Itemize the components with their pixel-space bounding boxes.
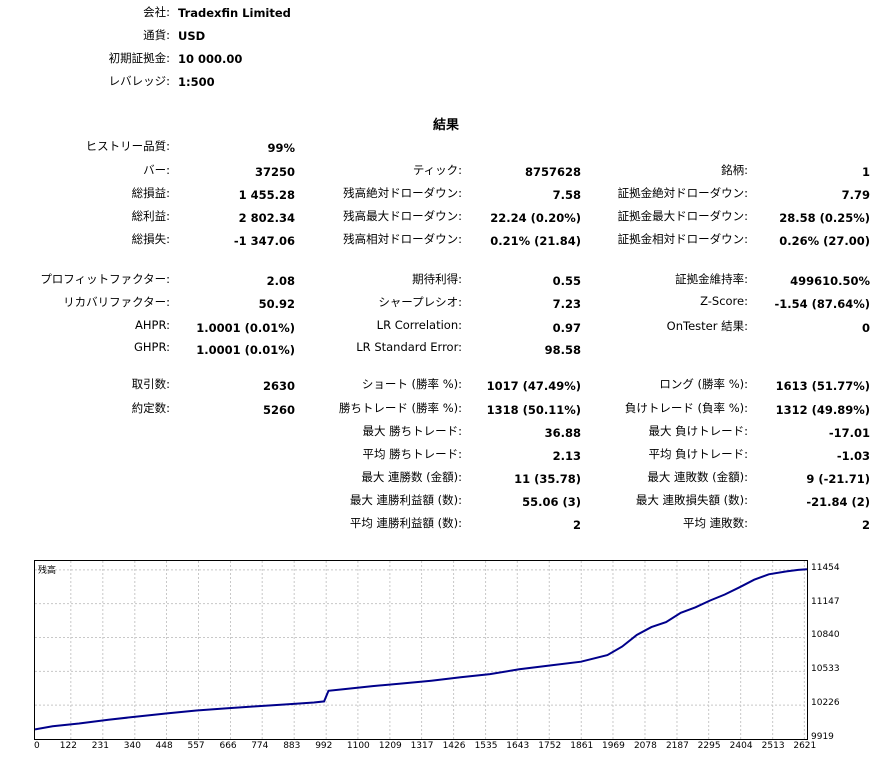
col3-value: -17.01 <box>828 426 870 440</box>
x-tick-label: 557 <box>187 741 205 751</box>
x-tick-label: 1426 <box>442 741 466 751</box>
x-tick-label: 1100 <box>346 741 370 751</box>
col3-value: -1.54 (87.64%) <box>774 297 870 311</box>
header-value: 10 000.00 <box>178 52 243 66</box>
x-tick-label: 1317 <box>410 741 434 751</box>
x-tick-label: 666 <box>219 741 237 751</box>
balance-chart-plot <box>35 561 807 739</box>
col3-label: OnTester 結果: <box>666 319 748 333</box>
x-tick-label: 1861 <box>570 741 594 751</box>
col3-label: 最大 連敗損失額 (数): <box>635 493 748 507</box>
x-tick-label: 0 <box>34 741 40 751</box>
col3-value: 28.58 (0.25%) <box>779 211 870 225</box>
col3-value: 7.79 <box>841 188 870 202</box>
x-tick-label: 1643 <box>506 741 530 751</box>
header-value: USD <box>178 29 206 43</box>
header-label: レバレッジ: <box>108 74 170 88</box>
col3-label: 平均 負けトレード: <box>648 447 748 461</box>
y-tick-label: 11147 <box>811 596 840 607</box>
col3-value: 1312 (49.89%) <box>775 403 870 417</box>
x-tick-label: 2513 <box>761 741 785 751</box>
col3-value: 9 (-21.71) <box>806 472 870 486</box>
y-tick-label: 10533 <box>811 664 840 675</box>
col3-label: 最大 負けトレード: <box>648 424 748 438</box>
x-tick-label: 231 <box>91 741 109 751</box>
x-tick-label: 2621 <box>793 741 817 751</box>
col3-label: 負けトレード (負率 %): <box>624 401 748 415</box>
col3-value: 1 <box>861 165 870 179</box>
x-tick-label: 2295 <box>697 741 721 751</box>
col3-value: 2 <box>861 518 870 532</box>
header-value: 1:500 <box>178 75 215 89</box>
x-tick-label: 774 <box>251 741 269 751</box>
col3-label: 銘柄: <box>721 163 748 177</box>
y-tick-label: 10840 <box>811 630 840 641</box>
col3-value: -1.03 <box>836 449 870 463</box>
x-tick-label: 883 <box>283 741 301 751</box>
col2-value: 98.58 <box>544 343 581 357</box>
x-tick-label: 2078 <box>633 741 657 751</box>
x-tick-label: 2187 <box>665 741 689 751</box>
col3-label: 証拠金絶対ドローダウン: <box>617 186 748 200</box>
col3-label: 最大 連敗数 (金額): <box>647 470 748 484</box>
y-tick-label: 11454 <box>811 562 840 573</box>
x-tick-label: 340 <box>123 741 141 751</box>
x-tick-label: 448 <box>155 741 173 751</box>
col3-value: 0.26% (27.00) <box>779 234 870 248</box>
chart-title: 残高 <box>38 566 57 576</box>
col3-value: -21.84 (2) <box>806 495 870 509</box>
y-tick-label: 10226 <box>811 698 840 709</box>
col3-value: 0 <box>861 321 870 335</box>
x-tick-label: 2404 <box>729 741 753 751</box>
col3-value: 1613 (51.77%) <box>775 379 870 393</box>
x-tick-label: 1535 <box>474 741 498 751</box>
header-value: Tradexfin Limited <box>178 6 291 20</box>
col3-label: ロング (勝率 %): <box>659 377 748 391</box>
col1-value: 99% <box>267 141 295 155</box>
results-title: 結果 <box>432 118 459 133</box>
header-label: 会社: <box>143 5 170 19</box>
header-label: 通貨: <box>143 28 170 42</box>
col3-label: 証拠金最大ドローダウン: <box>617 209 748 223</box>
col3-value: 499610.50% <box>790 274 870 288</box>
balance-chart <box>34 560 808 740</box>
col3-label: Z-Score: <box>700 294 748 308</box>
x-tick-label: 1209 <box>378 741 402 751</box>
header-label: 初期証拠金: <box>108 51 170 65</box>
x-tick-label: 1969 <box>601 741 625 751</box>
col3-label: 証拠金相対ドローダウン: <box>617 232 748 246</box>
x-tick-label: 992 <box>315 741 333 751</box>
x-tick-label: 122 <box>59 741 77 751</box>
col3-label: 証拠金維持率: <box>675 272 748 286</box>
col3-label: 平均 連敗数: <box>682 516 748 530</box>
x-tick-label: 1752 <box>538 741 562 751</box>
